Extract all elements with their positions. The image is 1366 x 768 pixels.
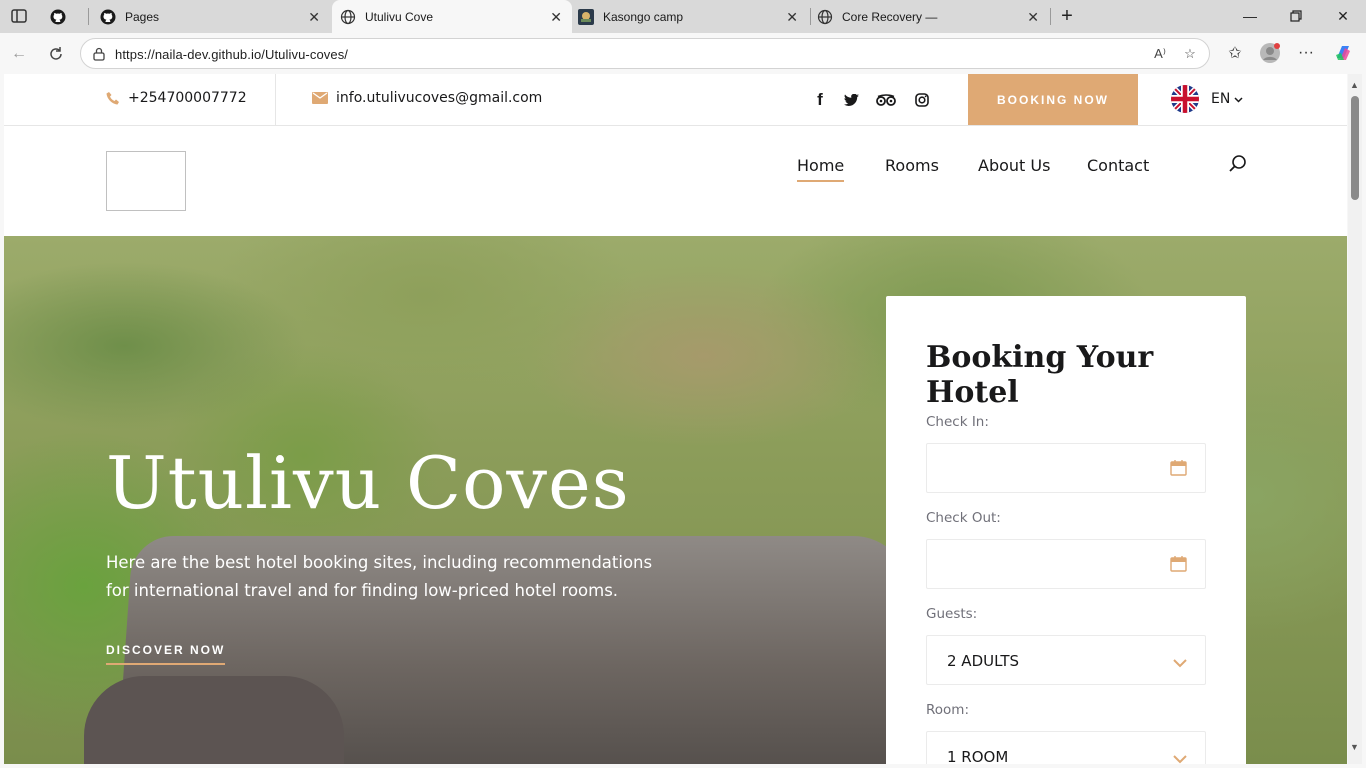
- github-icon: [50, 9, 66, 25]
- phone-icon: [106, 91, 120, 105]
- page-viewport: +254700007772 info.utulivucoves@gmail.co…: [4, 74, 1347, 764]
- check-out-label: Check Out:: [926, 510, 1001, 526]
- calendar-icon[interactable]: [1170, 460, 1187, 476]
- check-out-input[interactable]: [926, 539, 1206, 589]
- tab-title: Core Recovery —: [842, 9, 938, 24]
- envelope-icon: [312, 92, 328, 104]
- new-tab-icon[interactable]: +: [1057, 5, 1077, 27]
- room-value: 1 ROOM: [947, 748, 1009, 764]
- booking-form: Booking Your Hotel Check In: Check Out: …: [886, 296, 1246, 764]
- tab-pages[interactable]: Pages ✕: [100, 0, 330, 33]
- email-contact[interactable]: info.utulivucoves@gmail.com: [312, 90, 542, 106]
- tab-github[interactable]: [50, 0, 90, 33]
- search-icon[interactable]: [1228, 154, 1248, 174]
- github-icon: [100, 9, 116, 25]
- globe-icon: [340, 9, 356, 25]
- guests-select[interactable]: 2 ADULTS: [926, 635, 1206, 685]
- twitter-icon[interactable]: [841, 90, 861, 110]
- nav-home[interactable]: Home: [797, 156, 845, 182]
- hero-subtitle: Here are the best hotel booking sites, i…: [106, 553, 653, 600]
- address-bar[interactable]: https://naila-dev.github.io/Utulivu-cove…: [80, 38, 1210, 69]
- restore-icon[interactable]: [1286, 6, 1306, 26]
- favorites-icon[interactable]: ✩: [1224, 42, 1246, 64]
- email-address: info.utulivucoves@gmail.com: [336, 90, 543, 106]
- top-info-bar: +254700007772 info.utulivucoves@gmail.co…: [4, 74, 1347, 126]
- page-scrollbar[interactable]: ▲ ▼: [1348, 74, 1362, 764]
- profile-avatar[interactable]: [1259, 42, 1281, 64]
- calendar-icon[interactable]: [1170, 556, 1187, 572]
- tab-utulivu-cove[interactable]: Utulivu Cove ✕: [332, 0, 572, 33]
- tab-title: Kasongo camp: [603, 9, 684, 24]
- uk-flag-icon: [1171, 85, 1199, 113]
- nav-rooms[interactable]: Rooms: [885, 156, 939, 175]
- tab-kasongo-camp[interactable]: Kasongo camp ✕: [578, 0, 808, 33]
- language-selector[interactable]: EN: [1171, 85, 1243, 113]
- chevron-down-icon: [1234, 91, 1243, 107]
- site-info-icon[interactable]: [92, 47, 106, 61]
- site-logo[interactable]: [106, 151, 186, 211]
- close-tab-icon[interactable]: ✕: [786, 9, 798, 26]
- scroll-up-icon[interactable]: ▲: [1350, 80, 1359, 90]
- tab-title: Pages: [125, 9, 160, 24]
- scroll-down-icon[interactable]: ▼: [1350, 742, 1359, 752]
- instagram-icon[interactable]: [912, 90, 932, 110]
- tripadvisor-icon[interactable]: [876, 90, 896, 110]
- site-favicon-icon: [578, 8, 594, 25]
- discover-now-link[interactable]: DISCOVER NOW: [106, 643, 226, 665]
- back-icon[interactable]: ←: [8, 43, 30, 65]
- booking-form-title: Booking Your Hotel: [926, 340, 1154, 410]
- scrollbar-thumb[interactable]: [1351, 96, 1359, 200]
- phone-number: +254700007772: [128, 90, 247, 106]
- sidebar-toggle-icon[interactable]: [8, 6, 30, 26]
- facebook-icon[interactable]: f: [810, 90, 830, 110]
- globe-icon: [817, 9, 833, 25]
- browser-tab-bar: Pages ✕ Utulivu Cove ✕ Kasongo camp ✕ Co…: [0, 0, 1366, 33]
- room-select[interactable]: 1 ROOM: [926, 731, 1206, 764]
- read-aloud-icon[interactable]: A⁾: [1151, 45, 1169, 63]
- nav-about-us[interactable]: About Us: [978, 156, 1050, 175]
- copilot-icon[interactable]: [1332, 42, 1354, 64]
- tab-core-recovery[interactable]: Core Recovery — ✕: [817, 0, 1049, 33]
- more-options-icon[interactable]: ···: [1295, 42, 1317, 64]
- close-tab-icon[interactable]: ✕: [1027, 9, 1039, 26]
- phone-contact[interactable]: +254700007772: [106, 90, 247, 106]
- guests-value: 2 ADULTS: [947, 652, 1020, 670]
- favorite-star-icon[interactable]: ☆: [1181, 45, 1199, 63]
- hero-title: Utulivu Coves: [106, 441, 630, 525]
- reload-icon[interactable]: [45, 43, 67, 65]
- close-tab-icon[interactable]: ✕: [550, 9, 562, 26]
- language-code: EN: [1211, 91, 1231, 107]
- minimize-icon[interactable]: —: [1240, 6, 1260, 26]
- divider: [275, 74, 276, 126]
- close-tab-icon[interactable]: ✕: [308, 9, 320, 26]
- chevron-down-icon: [1173, 751, 1187, 764]
- url-text[interactable]: https://naila-dev.github.io/Utulivu-cove…: [115, 47, 348, 62]
- guests-label: Guests:: [926, 606, 978, 622]
- room-label: Room:: [926, 702, 969, 718]
- tab-title: Utulivu Cove: [365, 9, 434, 24]
- check-in-input[interactable]: [926, 443, 1206, 493]
- nav-contact[interactable]: Contact: [1087, 156, 1149, 175]
- check-in-label: Check In:: [926, 414, 989, 430]
- hero-background-roof: [84, 676, 344, 764]
- chevron-down-icon: [1173, 655, 1187, 668]
- booking-now-button[interactable]: BOOKING NOW: [968, 74, 1138, 125]
- close-window-icon[interactable]: ✕: [1333, 6, 1353, 26]
